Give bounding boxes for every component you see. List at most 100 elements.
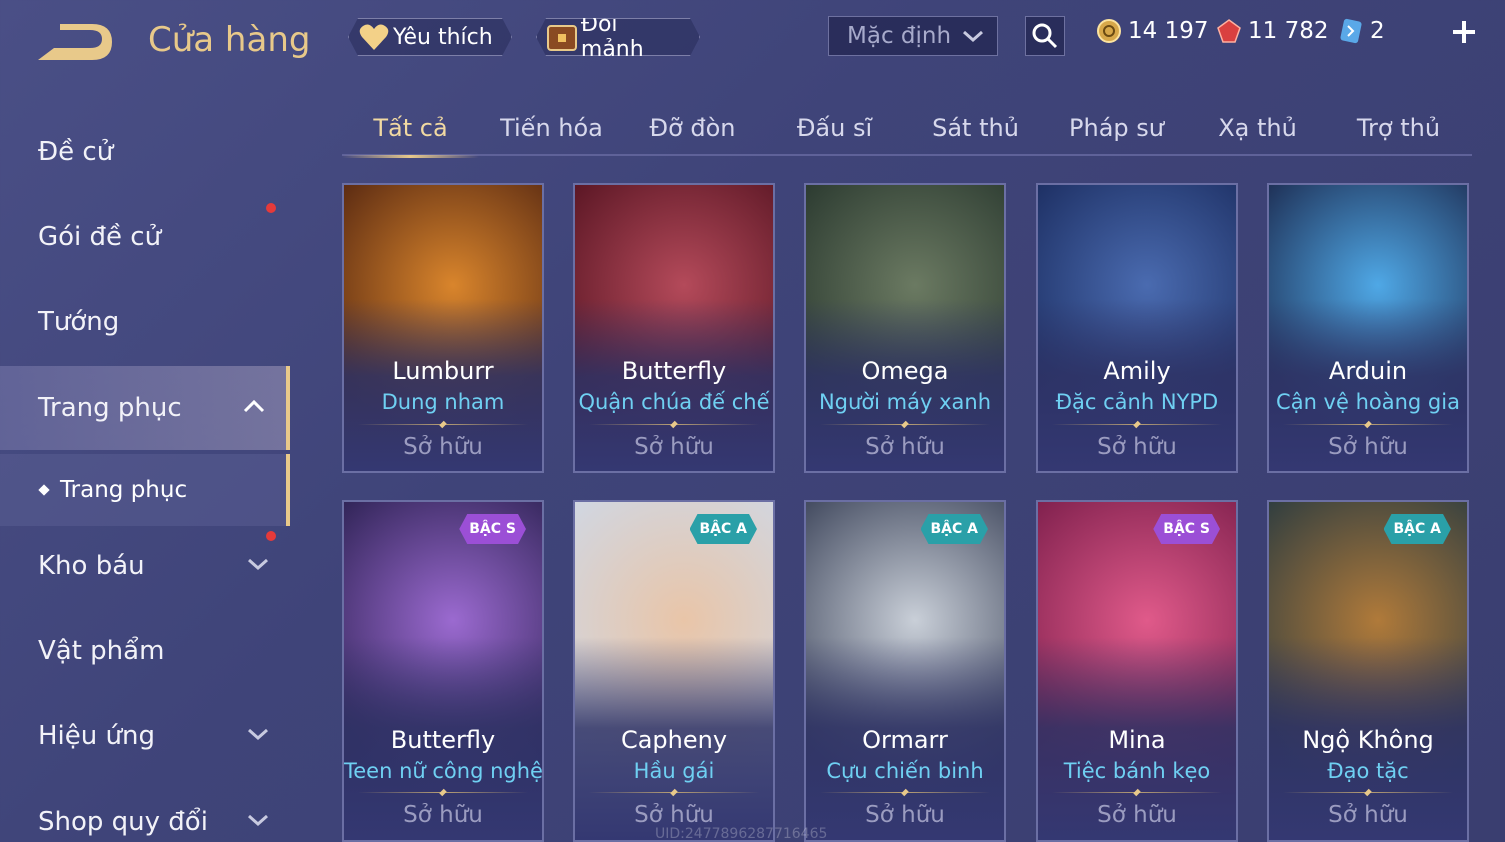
gem-amount: 11 782 <box>1248 18 1329 44</box>
tier-badge: BẬC A <box>690 514 758 544</box>
owned-status: Sở hữu <box>1328 434 1408 460</box>
back-button[interactable] <box>36 22 116 64</box>
tier-badge: BẬC S <box>459 514 526 544</box>
skin-name: Cựu chiến binh <box>826 759 984 783</box>
skin-card[interactable]: BẬC A Ngộ Không Đạo tặc Sở hữu <box>1267 500 1469 842</box>
sidebar-item-skins[interactable]: Trang phục <box>0 366 290 450</box>
search-button[interactable] <box>1025 16 1065 56</box>
chevron-down-icon <box>963 30 983 43</box>
chevron-down-icon <box>248 814 268 827</box>
hero-name: Mina <box>1108 726 1166 754</box>
card-divider <box>1283 788 1453 797</box>
sidebar-item-label: Vật phẩm <box>38 636 165 666</box>
user-id-watermark: UID:2477896287716465 <box>655 826 828 842</box>
gold-counter: 14 197 <box>1096 18 1208 44</box>
skin-name: Đạo tặc <box>1327 759 1409 783</box>
tab-marksman[interactable]: Xạ thủ <box>1189 100 1326 156</box>
tier-badge: BẬC A <box>921 514 989 544</box>
chevron-up-icon <box>243 399 265 413</box>
skin-card[interactable]: BẬC S Mina Tiệc bánh kẹo Sở hữu <box>1036 500 1238 842</box>
sidebar-subitem-skins[interactable]: Trang phục <box>0 454 290 526</box>
card-divider <box>358 420 528 429</box>
owned-status: Sở hữu <box>634 802 714 828</box>
skin-name: Teen nữ công nghệ <box>344 759 543 783</box>
tab-fighter[interactable]: Đấu sĩ <box>766 100 903 156</box>
favorite-label: Yêu thích <box>393 24 493 50</box>
tab-mage[interactable]: Pháp sư <box>1048 100 1185 156</box>
sidebar-item-items[interactable]: Vật phẩm <box>0 609 290 693</box>
sidebar-item-label: Hiệu ứng <box>38 721 155 751</box>
ticket-amount: 2 <box>1370 18 1385 44</box>
gold-amount: 14 197 <box>1128 18 1209 44</box>
ticket-counter: 2 <box>1338 18 1385 44</box>
red-gem-icon <box>1217 19 1241 43</box>
sidebar-item-label: Trang phục <box>38 393 182 423</box>
role-tabs: Tất cả Tiến hóa Đỡ đòn Đấu sĩ Sát thủ Ph… <box>342 100 1472 158</box>
card-divider <box>589 788 759 797</box>
sidebar-item-treasure[interactable]: Kho báu <box>0 524 290 608</box>
exchange-shards-button[interactable]: Đổi mảnh <box>536 18 700 56</box>
owned-status: Sở hữu <box>1097 434 1177 460</box>
skin-card[interactable]: BẬC A Capheny Hầu gái Sở hữu <box>573 500 775 842</box>
owned-status: Sở hữu <box>865 434 945 460</box>
tab-assassin[interactable]: Sát thủ <box>907 100 1044 156</box>
exchange-label: Đổi mảnh <box>580 12 644 62</box>
hero-name: Capheny <box>620 726 728 754</box>
owned-status: Sở hữu <box>865 802 945 828</box>
heart-icon <box>357 20 391 54</box>
owned-status: Sở hữu <box>634 434 714 460</box>
tab-evolution[interactable]: Tiến hóa <box>483 100 620 156</box>
sidebar-subitem-label: Trang phục <box>60 477 188 503</box>
card-divider <box>589 420 759 429</box>
card-divider <box>820 420 990 429</box>
ticket-icon <box>1340 18 1362 44</box>
top-bar: Cửa hàng Yêu thích Đổi mảnh Mặc định 14 … <box>0 0 1505 80</box>
tab-tank[interactable]: Đỡ đòn <box>624 100 761 156</box>
card-divider <box>1283 420 1453 429</box>
skin-name: Dung nham <box>381 390 505 414</box>
hero-name: Butterfly <box>390 726 496 754</box>
sort-dropdown[interactable]: Mặc định <box>828 16 998 56</box>
page-title: Cửa hàng <box>148 20 311 60</box>
owned-status: Sở hữu <box>1328 802 1408 828</box>
skin-card[interactable]: Lumburr Dung nham Sở hữu <box>342 183 544 473</box>
hero-name: Omega <box>861 357 949 385</box>
skin-card[interactable]: BẬC A Ormarr Cựu chiến binh Sở hữu <box>804 500 1006 842</box>
chest-icon <box>545 20 579 54</box>
skin-card[interactable]: Arduin Cận vệ hoàng gia Sở hữu <box>1267 183 1469 473</box>
hero-name: Ngộ Không <box>1302 726 1434 754</box>
gold-coin-icon <box>1097 19 1121 43</box>
sidebar-item-label: Đề cử <box>38 137 114 167</box>
sidebar: Đề cử Gói đề cử Tướng Trang phục Trang p… <box>0 100 290 842</box>
sidebar-item-exchange-shop[interactable]: Shop quy đổi <box>0 780 290 842</box>
card-divider <box>1052 420 1222 429</box>
owned-status: Sở hữu <box>403 434 483 460</box>
skin-name: Quận chúa đế chế <box>578 390 770 414</box>
sidebar-item-heroes[interactable]: Tướng <box>0 280 290 364</box>
sidebar-item-label: Tướng <box>38 307 120 337</box>
skin-card[interactable]: BẬC S Butterfly Teen nữ công nghệ Sở hữu <box>342 500 544 842</box>
skin-card[interactable]: Butterfly Quận chúa đế chế Sở hữu <box>573 183 775 473</box>
skin-name: Đặc cảnh NYPD <box>1055 390 1219 414</box>
tier-badge: BẬC A <box>1384 514 1452 544</box>
sidebar-item-effects[interactable]: Hiệu ứng <box>0 694 290 778</box>
search-icon <box>1032 23 1058 49</box>
skin-card[interactable]: Amily Đặc cảnh NYPD Sở hữu <box>1036 183 1238 473</box>
tab-support[interactable]: Trợ thủ <box>1330 100 1467 156</box>
add-currency-button[interactable] <box>1450 18 1478 50</box>
hero-name: Ormarr <box>862 726 948 754</box>
hero-name: Butterfly <box>621 357 727 385</box>
favorite-button[interactable]: Yêu thích <box>348 18 512 56</box>
card-divider <box>820 788 990 797</box>
notification-dot <box>266 203 276 213</box>
sidebar-item-label: Kho báu <box>38 551 145 581</box>
owned-status: Sở hữu <box>403 802 483 828</box>
sidebar-item-recommended[interactable]: Đề cử <box>0 110 290 194</box>
skin-card[interactable]: Omega Người máy xanh Sở hữu <box>804 183 1006 473</box>
tab-all[interactable]: Tất cả <box>342 100 479 158</box>
owned-status: Sở hữu <box>1097 802 1177 828</box>
card-divider <box>1052 788 1222 797</box>
sidebar-item-recommended-packs[interactable]: Gói đề cử <box>0 195 290 279</box>
card-divider <box>358 788 528 797</box>
skin-name: Người máy xanh <box>818 390 992 414</box>
